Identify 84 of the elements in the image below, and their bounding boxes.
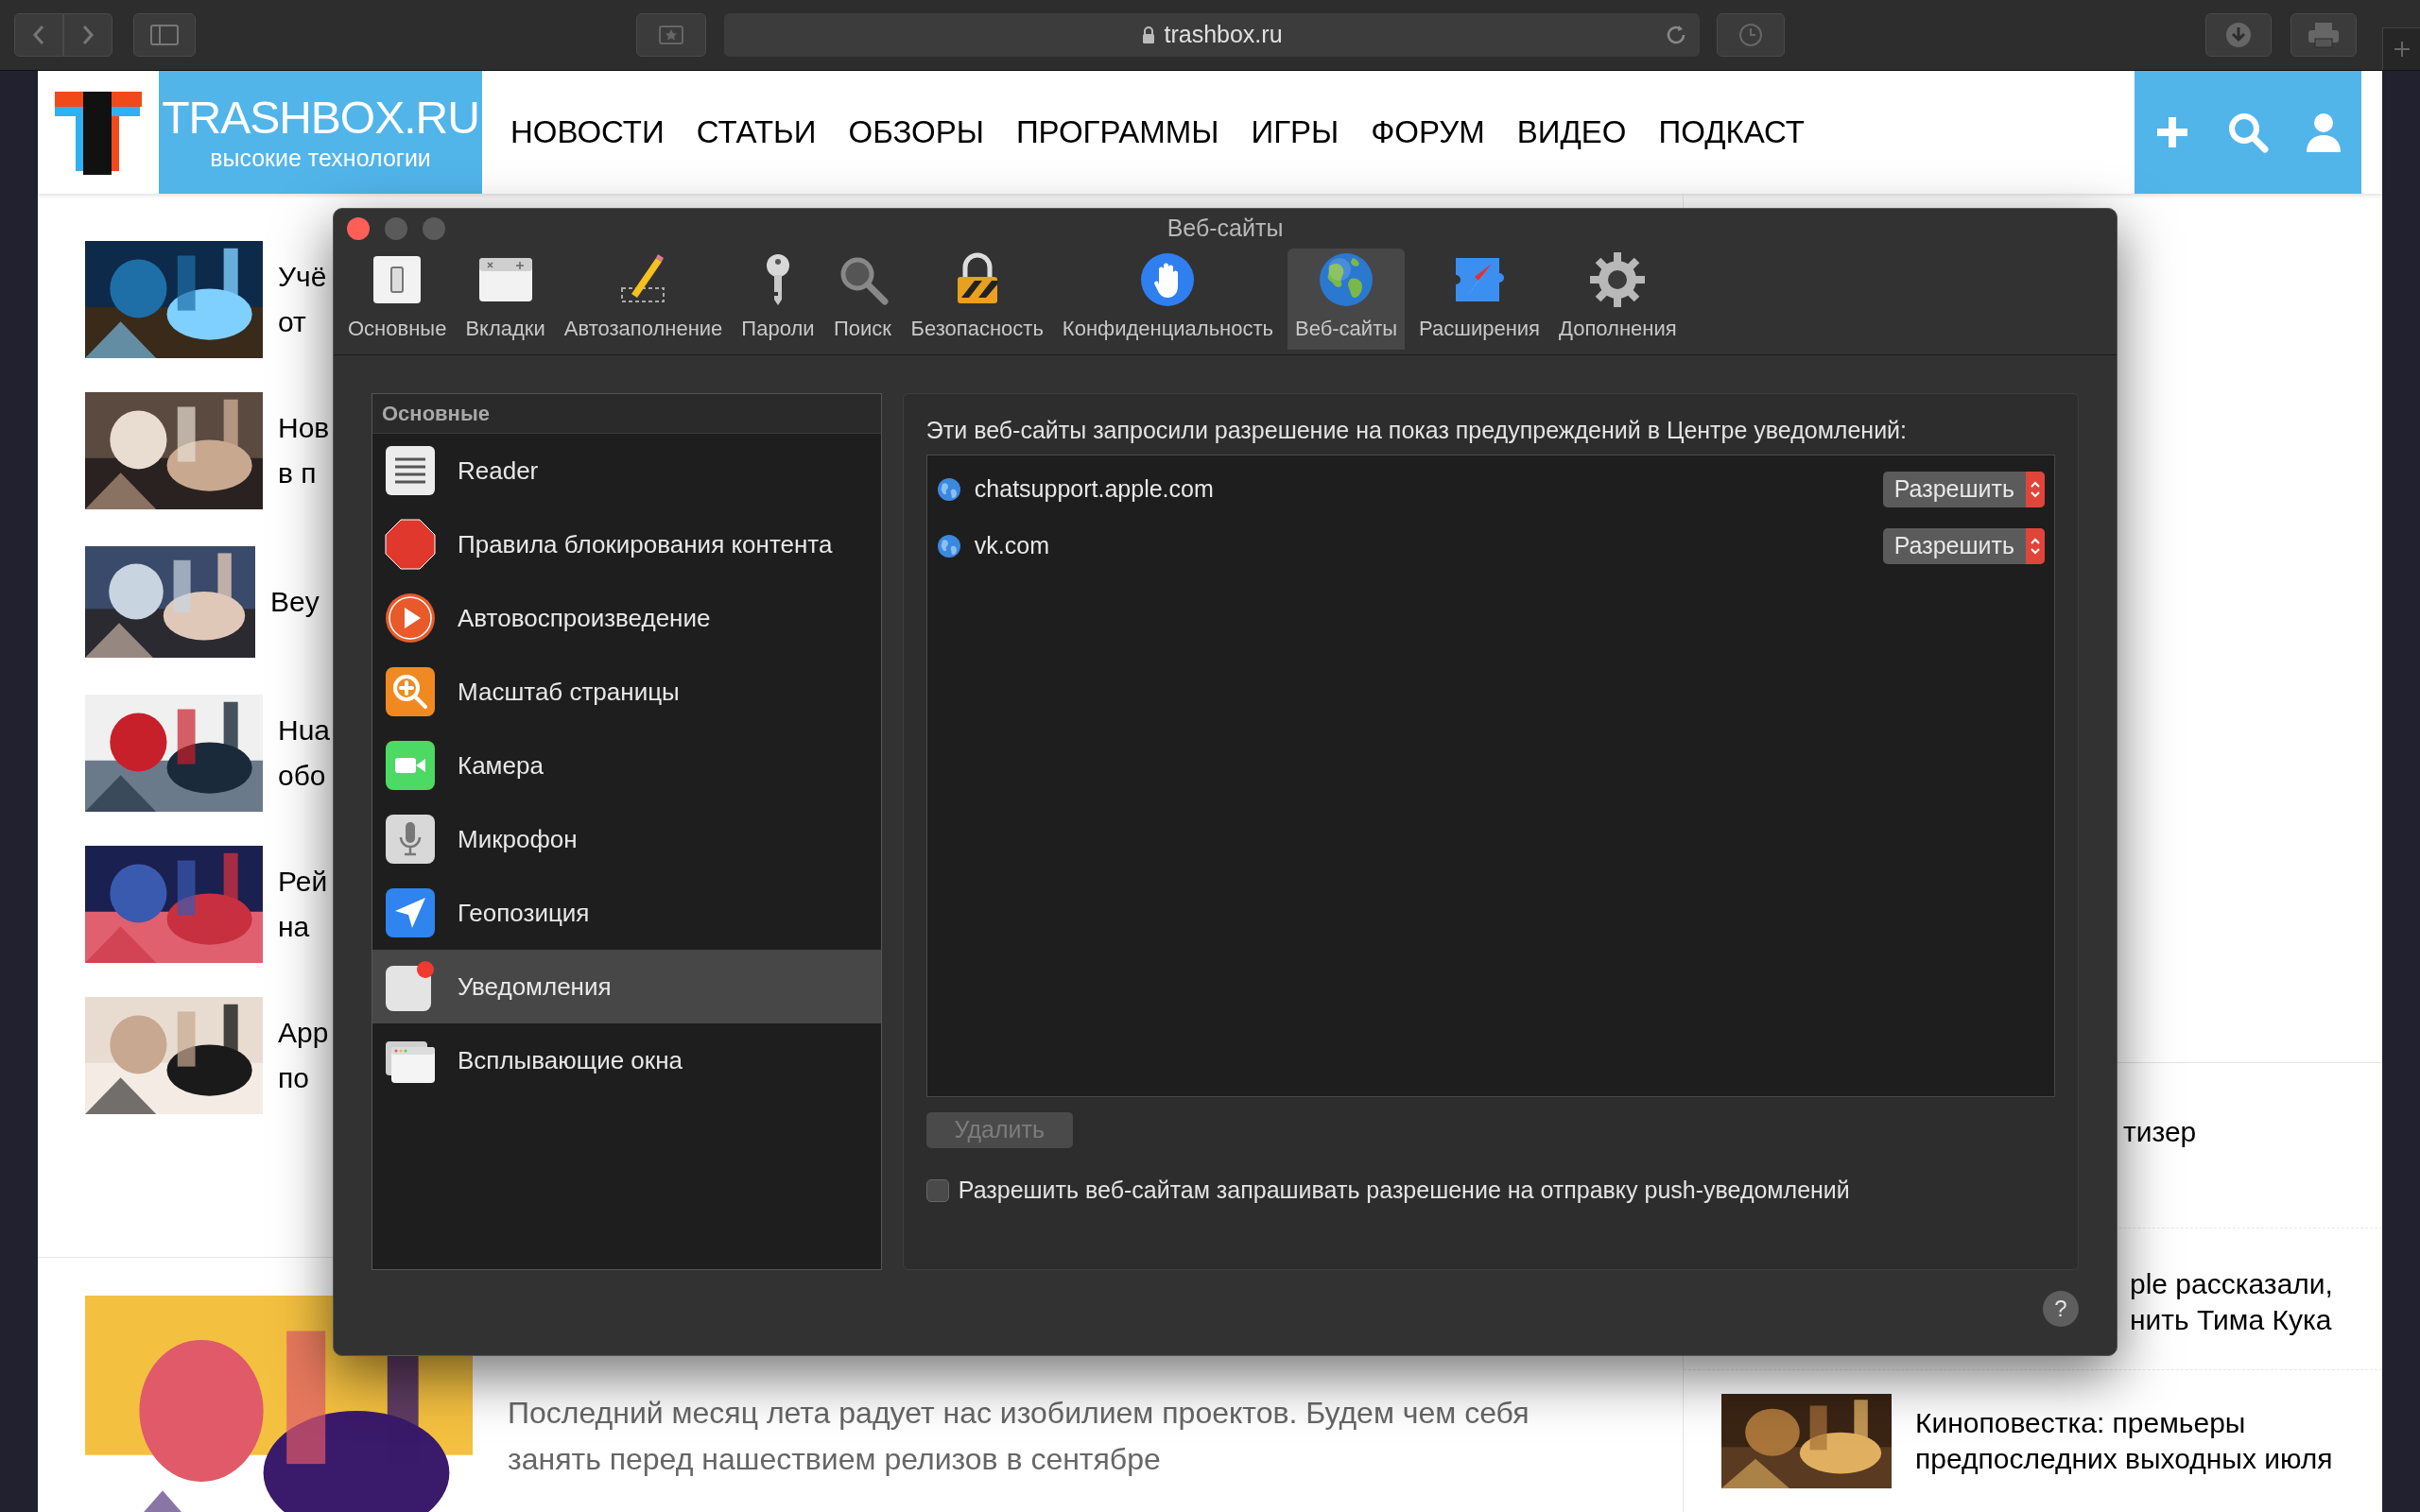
globe-icon: [936, 477, 961, 502]
nav-link[interactable]: ФОРУМ: [1371, 109, 1485, 156]
forward-icon: [80, 24, 95, 46]
toolbar-tab[interactable]: Безопасность: [906, 249, 1048, 350]
play-icon: [384, 592, 437, 644]
stepper-icon: [2026, 528, 2045, 564]
nav-link[interactable]: СТАТЬИ: [696, 109, 817, 156]
bookmarks-button[interactable]: [636, 13, 706, 57]
minimize-button[interactable]: [385, 217, 407, 240]
sidebar-item[interactable]: Микрофон: [372, 802, 881, 876]
article-title[interactable]: Рей на: [278, 859, 328, 950]
article-title[interactable]: Bey: [270, 579, 320, 625]
toolbar-tab[interactable]: Вкладки: [460, 249, 550, 350]
nav-link[interactable]: НОВОСТИ: [510, 109, 665, 156]
permission-select[interactable]: Разрешить: [1882, 472, 2045, 507]
globe-icon: [936, 534, 961, 558]
toolbar-tab[interactable]: Поиск: [828, 249, 897, 350]
nav-link[interactable]: ВИДЕО: [1516, 109, 1627, 156]
print-button[interactable]: [2290, 13, 2357, 57]
toolbar-tab[interactable]: Автозаполнение: [559, 249, 728, 350]
toolbar-tab[interactable]: Основные: [343, 249, 452, 350]
nav-link[interactable]: ПОДКАСТ: [1658, 109, 1805, 156]
new-tab-button[interactable]: [2382, 27, 2420, 70]
sidebar-header: Основные: [372, 394, 881, 434]
toolbar-tab[interactable]: Веб-сайты: [1288, 249, 1406, 350]
user-icon[interactable]: [2305, 112, 2342, 152]
search-icon[interactable]: [2227, 112, 2269, 153]
permission-select[interactable]: Разрешить: [1882, 528, 2045, 564]
zoom-in-icon: [384, 665, 437, 718]
gear-icon: [1588, 250, 1648, 309]
article-title[interactable]: Учё от: [278, 254, 327, 345]
plus-icon: [2392, 40, 2411, 59]
video-camera-icon: [384, 739, 437, 792]
address-field[interactable]: trashbox.ru: [724, 13, 1700, 57]
sidebar-icon: [150, 25, 179, 45]
back-button[interactable]: [14, 13, 63, 57]
feature-lead: Последний месяц лета радует нас изобилием проектов. Будем чем себя занять перед нашествием релизов в сентябре: [508, 1395, 1530, 1478]
nav-link[interactable]: ПРОГРАММЫ: [1015, 109, 1219, 156]
close-button[interactable]: [347, 217, 370, 240]
downloads-button[interactable]: [2205, 13, 2272, 57]
logo-title: TRASHBOX.RU: [162, 93, 479, 144]
toolbar-tab[interactable]: Пароли: [736, 249, 820, 350]
printer-icon: [2308, 22, 2340, 48]
stepper-icon: [2026, 472, 2045, 507]
url-text: trashbox.ru: [1164, 20, 1283, 50]
document-icon: [384, 444, 437, 497]
microphone-icon: [384, 813, 437, 866]
news-title[interactable]: тизер: [2123, 1116, 2197, 1147]
sidebar-item[interactable]: Уведомления: [372, 950, 881, 1023]
sidebar-item[interactable]: Камера: [372, 729, 881, 802]
panel-description: Эти веб-сайты запросили разрешение на показ предупреждений в Центре уведомлений:: [925, 416, 1908, 445]
sidebar-button[interactable]: [133, 13, 196, 57]
zoom-button[interactable]: [423, 217, 445, 240]
sidebar-item[interactable]: Reader: [372, 434, 881, 507]
back-icon: [31, 24, 46, 46]
sidebar-item[interactable]: Геопозиция: [372, 876, 881, 950]
download-icon: [2225, 22, 2252, 48]
nav-link[interactable]: ОБЗОРЫ: [848, 109, 984, 156]
forward-button[interactable]: [63, 13, 112, 57]
news-title[interactable]: ple рассказали, нить Тима Кука: [2130, 1266, 2333, 1369]
toolbar-tab[interactable]: Конфиденциальность: [1057, 249, 1279, 350]
clock-icon: [1738, 23, 1763, 47]
lock-icon: [1141, 26, 1157, 44]
news-title[interactable]: Киноповестка: премьеры предпоследних выходных июля: [1915, 1405, 2333, 1477]
toolbar-tab[interactable]: Расширения: [1414, 249, 1545, 350]
history-button[interactable]: [1717, 13, 1785, 57]
window-title: Веб-сайты: [1167, 214, 1284, 244]
sidebar-item[interactable]: Правила блокирования контента: [372, 507, 881, 581]
article-title[interactable]: Нов в п: [278, 405, 330, 496]
sidebar-item[interactable]: Всплывающие окна: [372, 1023, 881, 1097]
nav-link[interactable]: ИГРЫ: [1251, 109, 1340, 156]
notification-badge-icon: [384, 960, 437, 1013]
toolbar-tab[interactable]: Дополнения: [1554, 249, 1682, 350]
logo-subtitle: высокие технологии: [210, 144, 431, 172]
stop-sign-icon: [384, 518, 437, 571]
sidebar-item[interactable]: Автовоспроизведение: [372, 581, 881, 655]
checkbox[interactable]: [925, 1178, 949, 1202]
article-title[interactable]: Hua обо: [278, 708, 331, 799]
site-name: vk.com: [974, 531, 1049, 561]
site-name: chatsupport.apple.com: [974, 474, 1214, 505]
checkbox-label: Разрешить веб-сайтам запрашивать разрешение на отправку push-уведомлений: [958, 1176, 1850, 1205]
sidebar-item[interactable]: Масштаб страницы: [372, 655, 881, 729]
help-button[interactable]: ?: [2043, 1291, 2079, 1327]
article-title[interactable]: App по: [278, 1010, 329, 1101]
